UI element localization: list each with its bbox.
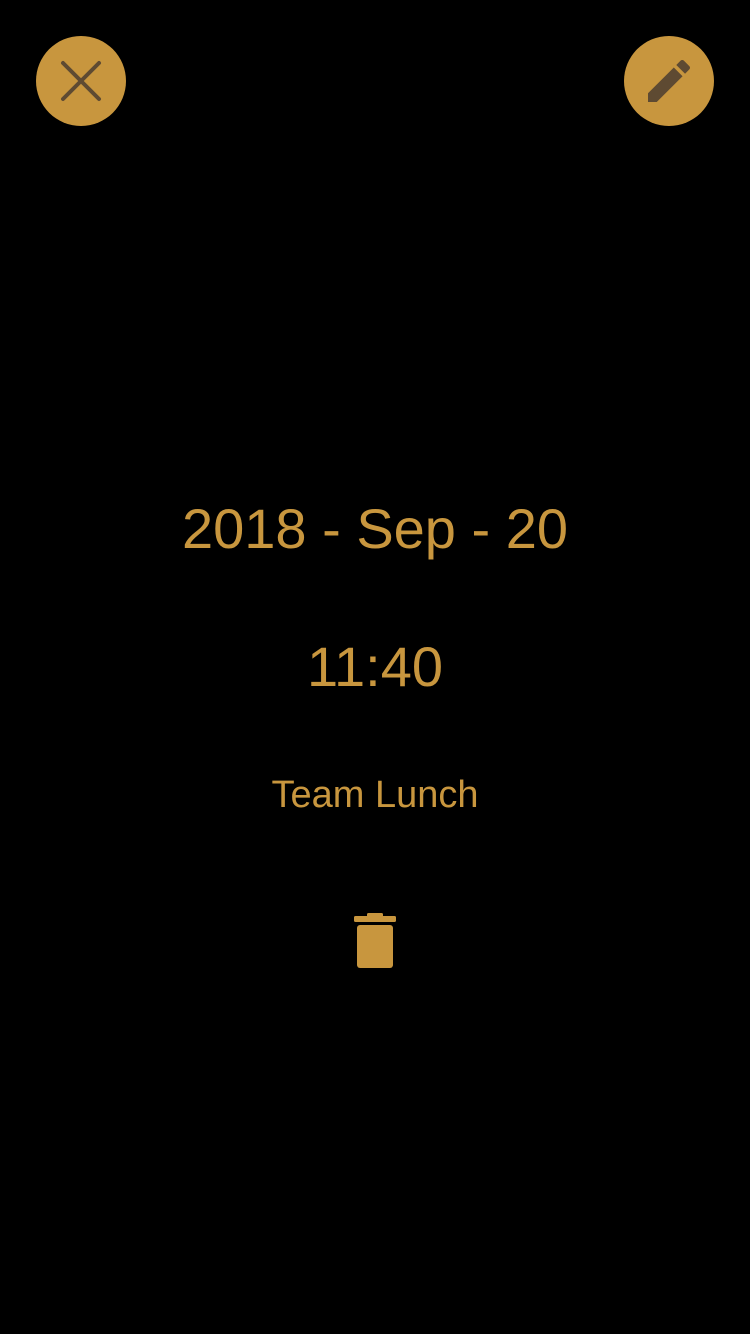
pencil-icon [648,59,691,102]
event-date: 2018 - Sep - 20 [181,497,569,560]
event-time: 11:40 [307,635,443,698]
close-icon [61,61,101,101]
trash-icon [354,913,396,968]
delete-button[interactable] [345,906,405,976]
edit-button[interactable] [624,36,714,126]
close-button[interactable] [36,36,126,126]
event-title: Team Lunch [271,774,479,816]
